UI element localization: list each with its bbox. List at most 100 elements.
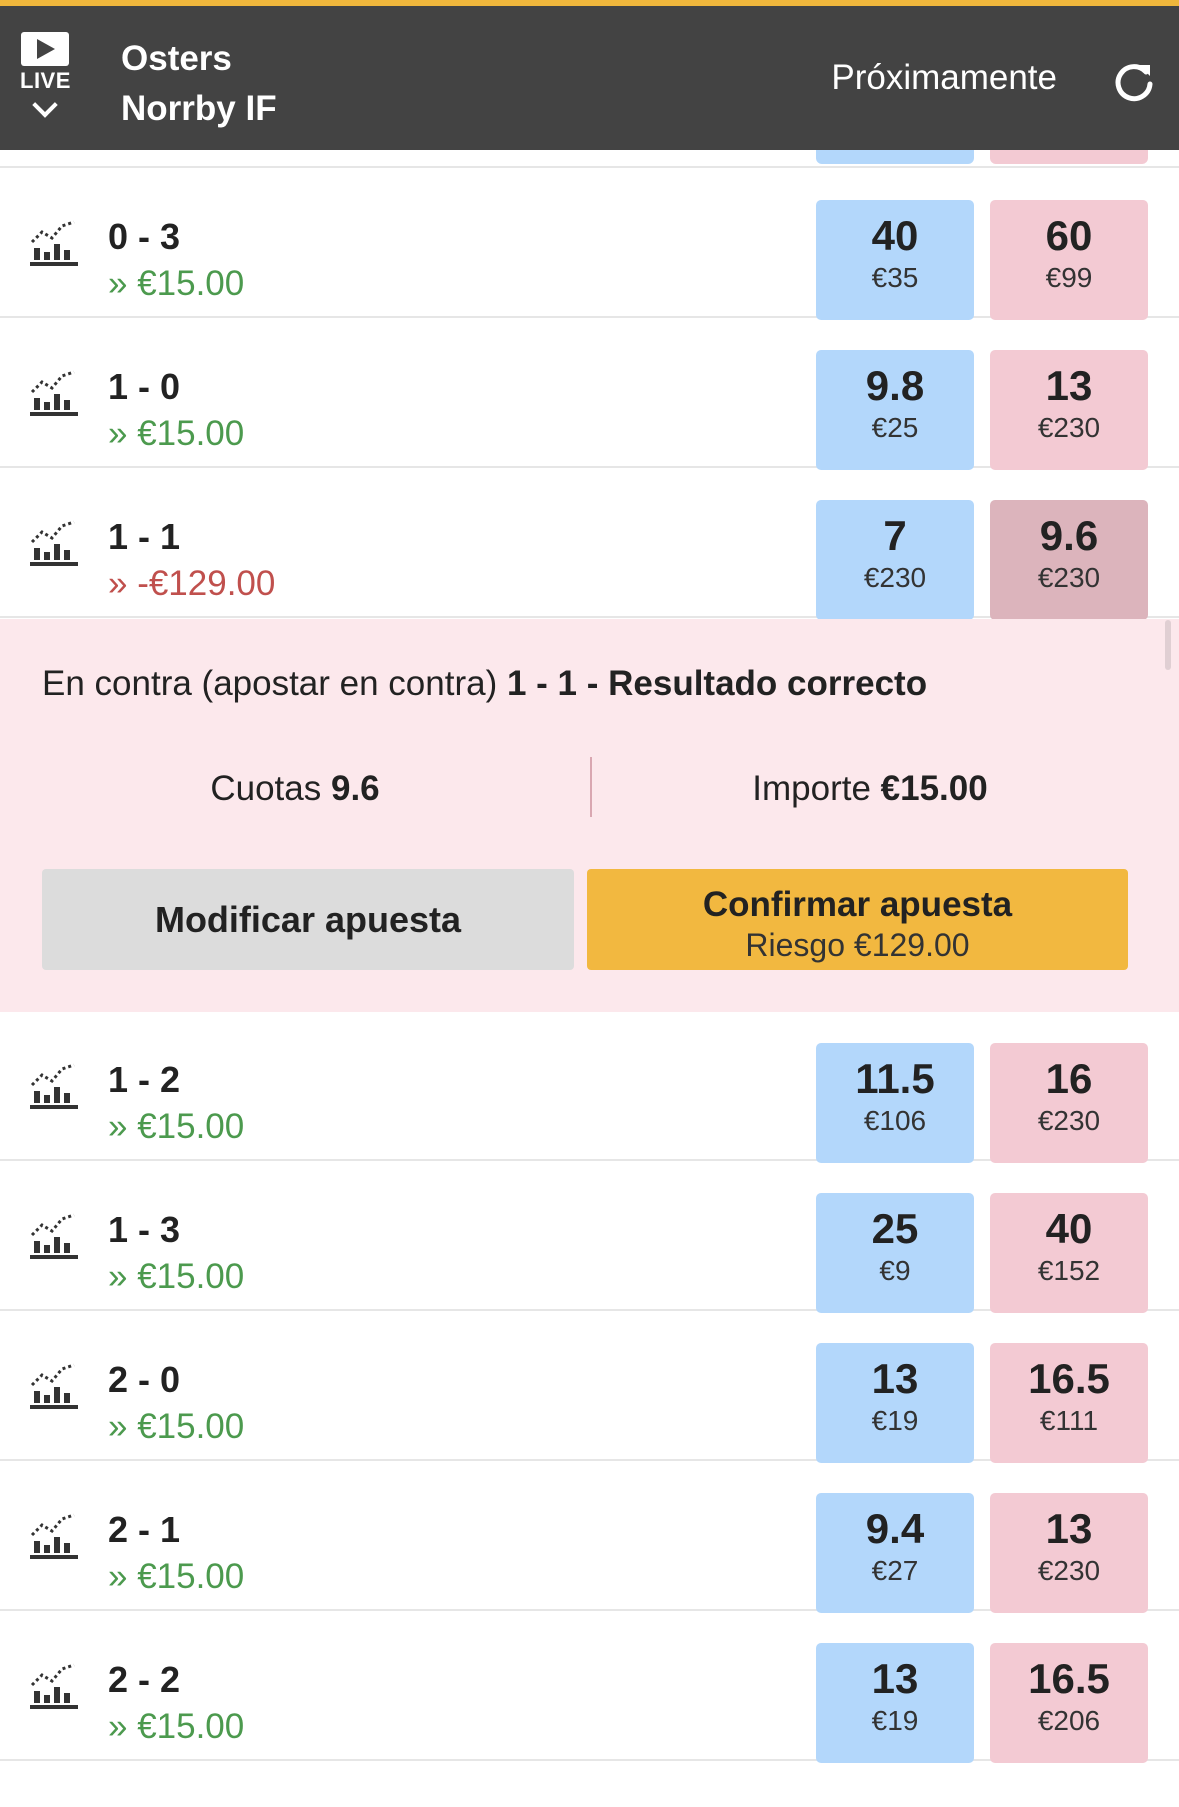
back-price: 9.4 (865, 1505, 925, 1552)
back-price: 9.8 (865, 362, 925, 409)
back-odds-button[interactable]: 7 €230 (816, 500, 974, 620)
back-size: €27 (871, 1555, 919, 1586)
betslip-selection: 1 - 1 - Resultado correcto (506, 664, 928, 703)
stake-label: Importe (752, 769, 871, 808)
lay-odds-button[interactable]: 13 €230 (990, 350, 1148, 470)
back-size: €106 (863, 1105, 927, 1136)
profit-loss: » €15.00 (108, 1107, 245, 1146)
lay-size: €230 (1037, 1105, 1101, 1136)
profit-loss: » €15.00 (108, 414, 245, 453)
score-label: 2 - 1 (108, 1509, 181, 1550)
back-odds-button[interactable]: 25 €9 (816, 1193, 974, 1313)
back-price: 13 (871, 1655, 919, 1702)
profit-loss: » €15.00 (108, 1707, 245, 1746)
back-odds-button[interactable]: 9.4 €27 (816, 1493, 974, 1613)
lay-size: €111 (1039, 1405, 1099, 1436)
betslip-stake[interactable]: Importe €15.00 (590, 769, 1150, 809)
lay-price: 13 (1045, 1505, 1093, 1552)
profit-loss: » €15.00 (108, 1557, 245, 1596)
profit-loss: » €15.00 (108, 1257, 245, 1296)
confirm-label: Confirmar apuesta (702, 885, 1013, 924)
back-odds-button[interactable]: 13 €19 (816, 1643, 974, 1763)
event-status: Próximamente (831, 58, 1057, 97)
lay-odds-partial[interactable] (990, 150, 1148, 164)
partial-row (0, 150, 1179, 168)
lay-price: 40 (1045, 1205, 1093, 1252)
chart-icon[interactable] (28, 518, 80, 568)
market-row: 2 - 1» €15.00 9.4 €27 13 €230 (0, 1463, 1179, 1613)
stake-value: €15.00 (880, 769, 988, 808)
lay-size: €99 (1045, 262, 1093, 293)
betslip-title: En contra (apostar en contra) 1 - 1 - Re… (42, 664, 927, 704)
live-toggle[interactable]: LIVE (20, 32, 70, 120)
back-odds-button[interactable]: 13 €19 (816, 1343, 974, 1463)
lay-odds-button[interactable]: 9.6 €230 (990, 500, 1148, 620)
play-icon (21, 32, 69, 66)
profit-loss: » €15.00 (108, 1407, 245, 1446)
odds-label: Cuotas (210, 769, 322, 808)
betslip: En contra (apostar en contra) 1 - 1 - Re… (0, 619, 1179, 1012)
chart-icon[interactable] (28, 1511, 80, 1561)
lay-odds-button[interactable]: 16.5 €206 (990, 1643, 1148, 1763)
score-label: 2 - 0 (108, 1359, 181, 1400)
back-size: €25 (871, 412, 919, 443)
market-row: 0 - 3» €15.00 40 €35 60 €99 (0, 170, 1179, 320)
modify-bet-button[interactable]: Modificar apuesta (42, 869, 574, 970)
event-teams: Osters Norrby IF (121, 34, 277, 134)
back-size: €35 (871, 262, 919, 293)
team-home: Osters (121, 39, 232, 78)
odds-value: 9.6 (330, 769, 380, 808)
lay-price: 16.5 (1028, 1355, 1110, 1402)
back-price: 7 (883, 512, 907, 559)
lay-price: 16 (1045, 1055, 1093, 1102)
chart-icon[interactable] (28, 1661, 80, 1711)
chart-icon[interactable] (28, 1361, 80, 1411)
market-row: 1 - 3» €15.00 25 €9 40 €152 (0, 1163, 1179, 1313)
back-price: 11.5 (855, 1055, 935, 1102)
lay-size: €230 (1037, 412, 1101, 443)
market-row: 1 - 2» €15.00 11.5 €106 16 €230 (0, 1013, 1179, 1163)
back-odds-button[interactable]: 40 €35 (816, 200, 974, 320)
lay-price: 9.6 (1039, 512, 1099, 559)
back-size: €9 (879, 1255, 911, 1286)
chart-icon[interactable] (28, 1211, 80, 1261)
lay-odds-button[interactable]: 40 €152 (990, 1193, 1148, 1313)
back-size: €230 (863, 562, 927, 593)
back-odds-button[interactable]: 9.8 €25 (816, 350, 974, 470)
chart-icon[interactable] (28, 368, 80, 418)
back-price: 40 (871, 212, 919, 259)
score-label: 1 - 0 (108, 366, 181, 407)
lay-odds-button[interactable]: 60 €99 (990, 200, 1148, 320)
back-price: 25 (871, 1205, 919, 1252)
risk-label: Riesgo €129.00 (745, 927, 970, 963)
back-odds-partial[interactable] (816, 150, 974, 164)
betslip-prefix: En contra (apostar en contra) (42, 664, 498, 703)
market-row: 2 - 0» €15.00 13 €19 16.5 €111 (0, 1313, 1179, 1463)
lay-size: €230 (1037, 1555, 1101, 1586)
chart-icon[interactable] (28, 218, 80, 268)
back-price: 13 (871, 1355, 919, 1402)
refresh-icon[interactable] (1113, 60, 1155, 102)
market-row: 1 - 0» €15.00 9.8 €25 13 €230 (0, 320, 1179, 470)
market-row: 2 - 2» €15.00 13 €19 16.5 €206 (0, 1613, 1179, 1763)
lay-price: 13 (1045, 362, 1093, 409)
lay-size: €152 (1037, 1255, 1101, 1286)
lay-size: €206 (1037, 1705, 1101, 1736)
lay-odds-button[interactable]: 16 €230 (990, 1043, 1148, 1163)
live-label: LIVE (20, 68, 71, 93)
event-header: LIVE Osters Norrby IF Próximamente (0, 6, 1179, 150)
team-away: Norrby IF (121, 89, 277, 128)
lay-price: 60 (1045, 212, 1093, 259)
lay-price: 16.5 (1028, 1655, 1110, 1702)
back-odds-button[interactable]: 11.5 €106 (816, 1043, 974, 1163)
profit-loss: » €15.00 (108, 264, 245, 303)
chart-icon[interactable] (28, 1061, 80, 1111)
score-label: 1 - 3 (108, 1209, 181, 1250)
market-row: 1 - 1» -€129.00 7 €230 9.6 €230 (0, 470, 1179, 620)
betslip-odds[interactable]: Cuotas 9.6 (0, 769, 590, 809)
score-label: 0 - 3 (108, 216, 181, 257)
lay-odds-button[interactable]: 16.5 €111 (990, 1343, 1148, 1463)
scrollbar[interactable] (1165, 620, 1171, 670)
lay-odds-button[interactable]: 13 €230 (990, 1493, 1148, 1613)
confirm-bet-button[interactable]: Confirmar apuesta Riesgo €129.00 (587, 869, 1128, 970)
